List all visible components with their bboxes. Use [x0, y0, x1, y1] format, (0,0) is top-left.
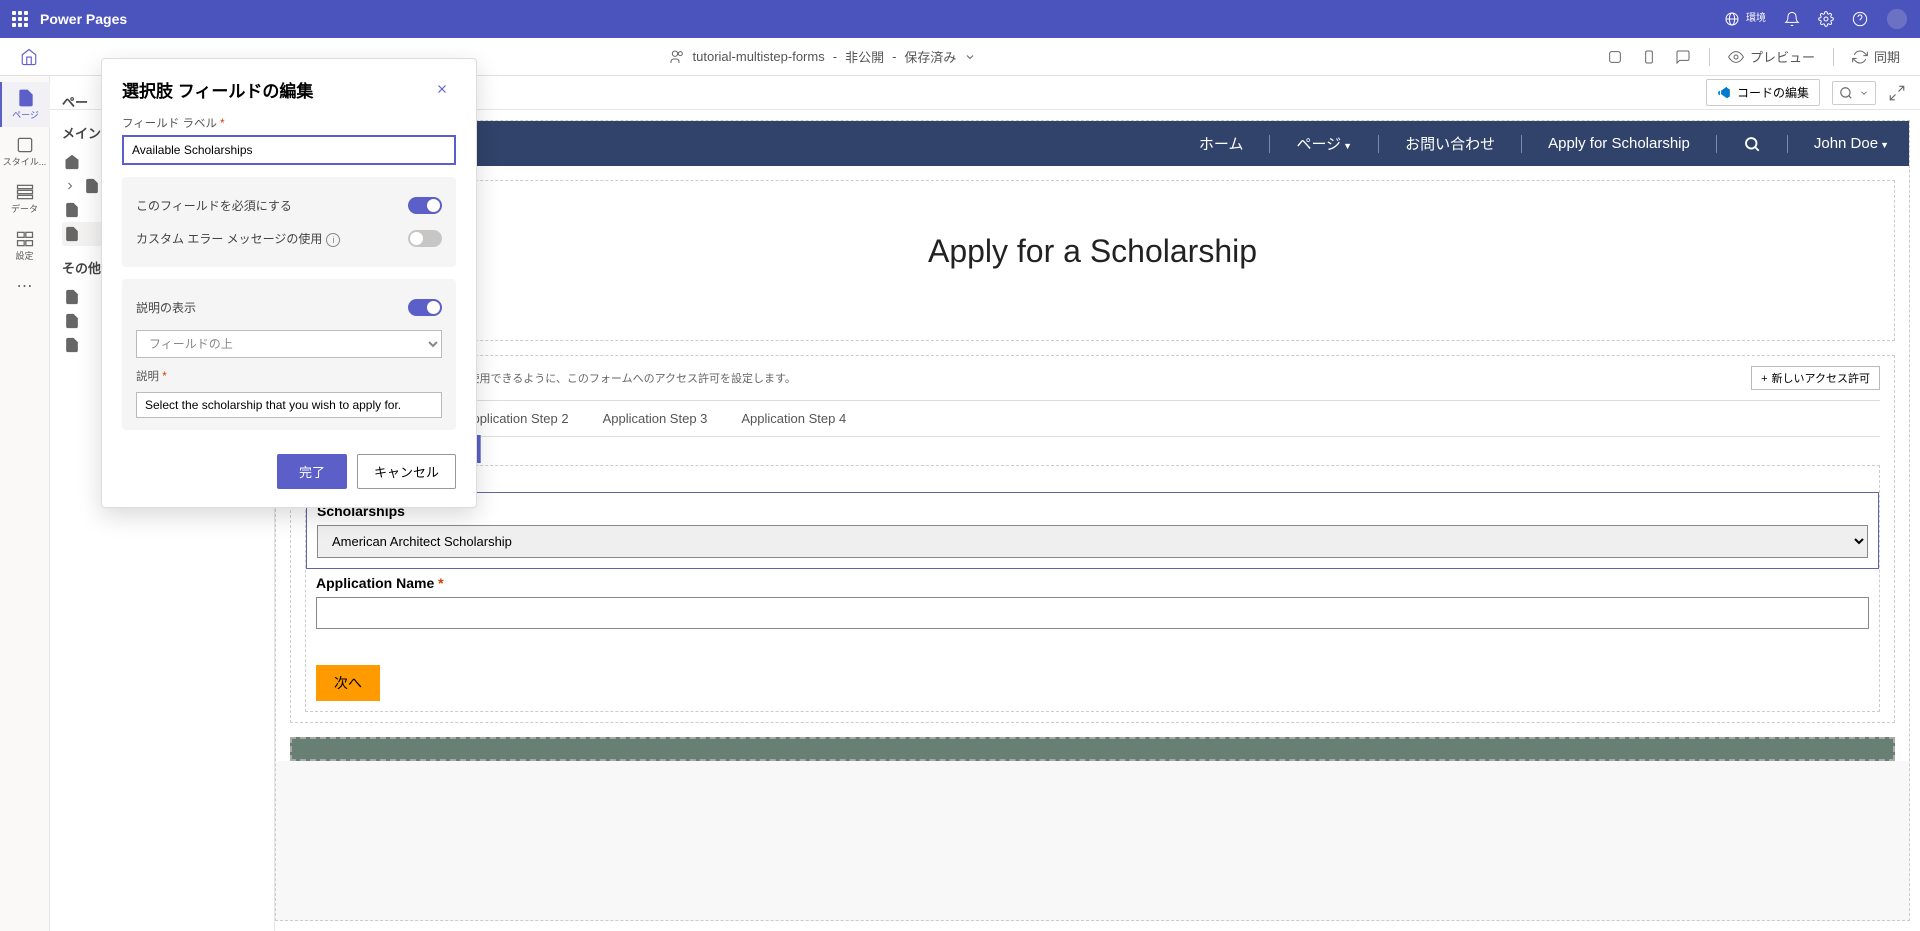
step-tab-3[interactable]: Application Step 3: [599, 401, 712, 436]
rail-more[interactable]: ⋯: [0, 270, 50, 302]
feedback-icon[interactable]: [1675, 49, 1691, 65]
avatar-icon[interactable]: [1886, 8, 1908, 30]
help-icon[interactable]: [1852, 11, 1868, 27]
copilot-icon[interactable]: [1607, 49, 1623, 65]
mobile-icon[interactable]: [1641, 49, 1657, 65]
expand-icon[interactable]: [1888, 84, 1906, 102]
gear-icon[interactable]: [1818, 11, 1834, 27]
save-status: 保存済み: [904, 47, 956, 66]
design-canvas: 会社名 ホーム ページ▼ お問い合わせ Apply for Scholarshi…: [275, 120, 1910, 921]
chevron-down-icon: [1859, 88, 1869, 98]
people-icon: [669, 49, 685, 65]
desc-position-select[interactable]: フィールドの上: [136, 330, 442, 358]
custom-error-label: カスタム エラー メッセージの使用i: [136, 230, 340, 247]
zoom-icon: [1839, 86, 1853, 100]
sync-button[interactable]: 同期: [1852, 47, 1900, 66]
required-toggle[interactable]: [408, 197, 442, 214]
site-status: 非公開: [845, 47, 884, 66]
rail-settings[interactable]: 設定: [0, 223, 50, 268]
site-name: tutorial-multistep-forms: [693, 49, 825, 64]
scholarships-label: Scholarships: [317, 503, 1868, 519]
page-small-icon: [64, 289, 80, 305]
page-icon: [16, 88, 36, 108]
data-icon: [15, 182, 35, 202]
show-desc-toggle[interactable]: [408, 299, 442, 316]
search-icon[interactable]: [1743, 135, 1761, 153]
rail-data[interactable]: データ: [0, 176, 50, 221]
desc-label: 説明 *: [136, 368, 442, 384]
page-title: Apply for a Scholarship: [291, 211, 1894, 310]
steps-row: Application Step 1 Application Step 2 Ap…: [305, 401, 1880, 437]
text-field-appname[interactable]: Application Name *: [316, 575, 1869, 629]
info-icon[interactable]: i: [326, 233, 340, 247]
site-nav: 会社名 ホーム ページ▼ お問い合わせ Apply for Scholarshi…: [276, 121, 1909, 166]
new-permission-button[interactable]: +新しいアクセス許可: [1751, 366, 1880, 390]
modal-close-button[interactable]: [428, 75, 456, 103]
close-icon: [435, 82, 449, 96]
done-button[interactable]: 完了: [277, 454, 347, 489]
desc-input[interactable]: [136, 392, 442, 418]
appname-input[interactable]: [316, 597, 1869, 629]
nav-contact[interactable]: お問い合わせ: [1405, 133, 1495, 154]
required-toggle-label: このフィールドを必須にする: [136, 197, 292, 214]
field-label-input[interactable]: [122, 135, 456, 165]
scholarships-select[interactable]: American Architect Scholarship: [317, 525, 1868, 558]
chevron-down-icon[interactable]: [964, 51, 976, 63]
home-icon[interactable]: [20, 48, 38, 66]
site-title-bar[interactable]: tutorial-multistep-forms - 非公開 - 保存済み: [669, 47, 977, 66]
brand-label: Power Pages: [40, 11, 127, 27]
app-header: Power Pages 環境: [0, 0, 1920, 38]
field-label-label: フィールド ラベル *: [122, 115, 456, 131]
app-launcher-icon[interactable]: [12, 11, 28, 27]
page-small-icon: [64, 313, 80, 329]
rail-styles[interactable]: スタイル...: [0, 129, 50, 174]
page-small-icon: [64, 226, 80, 242]
settings-icon: [15, 229, 35, 249]
home-small-icon: [64, 154, 80, 170]
more-icon: ⋯: [17, 276, 33, 296]
rail-pages[interactable]: ページ: [0, 82, 50, 127]
page-small-icon: [64, 202, 80, 218]
bell-icon[interactable]: [1784, 11, 1800, 27]
left-rail: ページ スタイル... データ 設定 ⋯: [0, 76, 50, 931]
preview-button[interactable]: プレビュー: [1728, 47, 1815, 66]
page-small-icon: [84, 178, 100, 194]
zoom-button[interactable]: [1832, 81, 1876, 105]
show-desc-label: 説明の表示: [136, 299, 196, 316]
environment-picker[interactable]: 環境: [1724, 11, 1766, 27]
environment-label: 環境: [1746, 13, 1766, 25]
vscode-icon: [1717, 86, 1731, 100]
nav-apply[interactable]: Apply for Scholarship: [1548, 135, 1690, 152]
cancel-button[interactable]: キャンセル: [357, 454, 456, 489]
style-icon: [15, 135, 35, 155]
chevron-right-icon: [64, 180, 76, 192]
edit-field-modal: 選択肢 フィールドの編集 フィールド ラベル * このフィールドを必須にする カ…: [101, 58, 477, 508]
nav-user[interactable]: John Doe▼: [1814, 135, 1889, 152]
next-button[interactable]: 次へ: [316, 665, 380, 701]
page-small-icon: [64, 337, 80, 353]
eye-icon: [1728, 49, 1744, 65]
edit-code-button[interactable]: コードの編集: [1706, 79, 1820, 106]
select-field-scholarships[interactable]: Scholarships American Architect Scholars…: [306, 492, 1879, 569]
sync-icon: [1852, 49, 1868, 65]
modal-title: 選択肢 フィールドの編集: [122, 77, 313, 102]
nav-home[interactable]: ホーム: [1199, 133, 1244, 154]
custom-error-toggle[interactable]: [408, 230, 442, 247]
appname-label: Application Name *: [316, 575, 1869, 591]
step-tab-4[interactable]: Application Step 4: [737, 401, 850, 436]
nav-pages[interactable]: ページ▼: [1296, 133, 1352, 154]
globe-icon: [1724, 11, 1740, 27]
